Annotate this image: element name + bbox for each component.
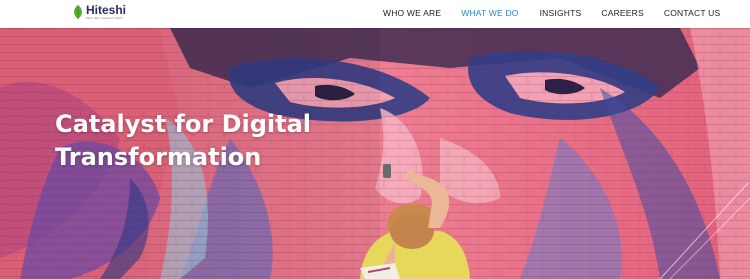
nav-careers[interactable]: CAREERS	[601, 8, 644, 19]
hero-title: Catalyst for Digital Transformation	[55, 108, 375, 174]
nav-who-we-are[interactable]: WHO WE ARE	[383, 8, 441, 19]
nav-what-we-do[interactable]: WHAT WE DO	[461, 8, 518, 19]
brand-name: Hiteshi	[86, 3, 127, 17]
nav-insights[interactable]: INSIGHTS	[540, 8, 582, 19]
hero-title-line2: Transformation	[55, 143, 262, 171]
brand-tagline: think. plan. succeed. build it.	[86, 16, 124, 20]
leaf-logo-icon	[74, 5, 82, 19]
logo-text: Hiteshi think. plan. succeed. build it.	[86, 4, 126, 20]
hero-title-line1: Catalyst for Digital	[55, 110, 312, 138]
site-header: Hiteshi think. plan. succeed. build it. …	[0, 0, 750, 28]
main-nav: WHO WE ARE WHAT WE DO INSIGHTS CAREERS C…	[383, 8, 720, 19]
nav-contact-us[interactable]: CONTACT US	[664, 8, 720, 19]
hero-banner: Catalyst for Digital Transformation	[0, 28, 750, 279]
brand-logo[interactable]: Hiteshi think. plan. succeed. build it.	[72, 4, 126, 20]
